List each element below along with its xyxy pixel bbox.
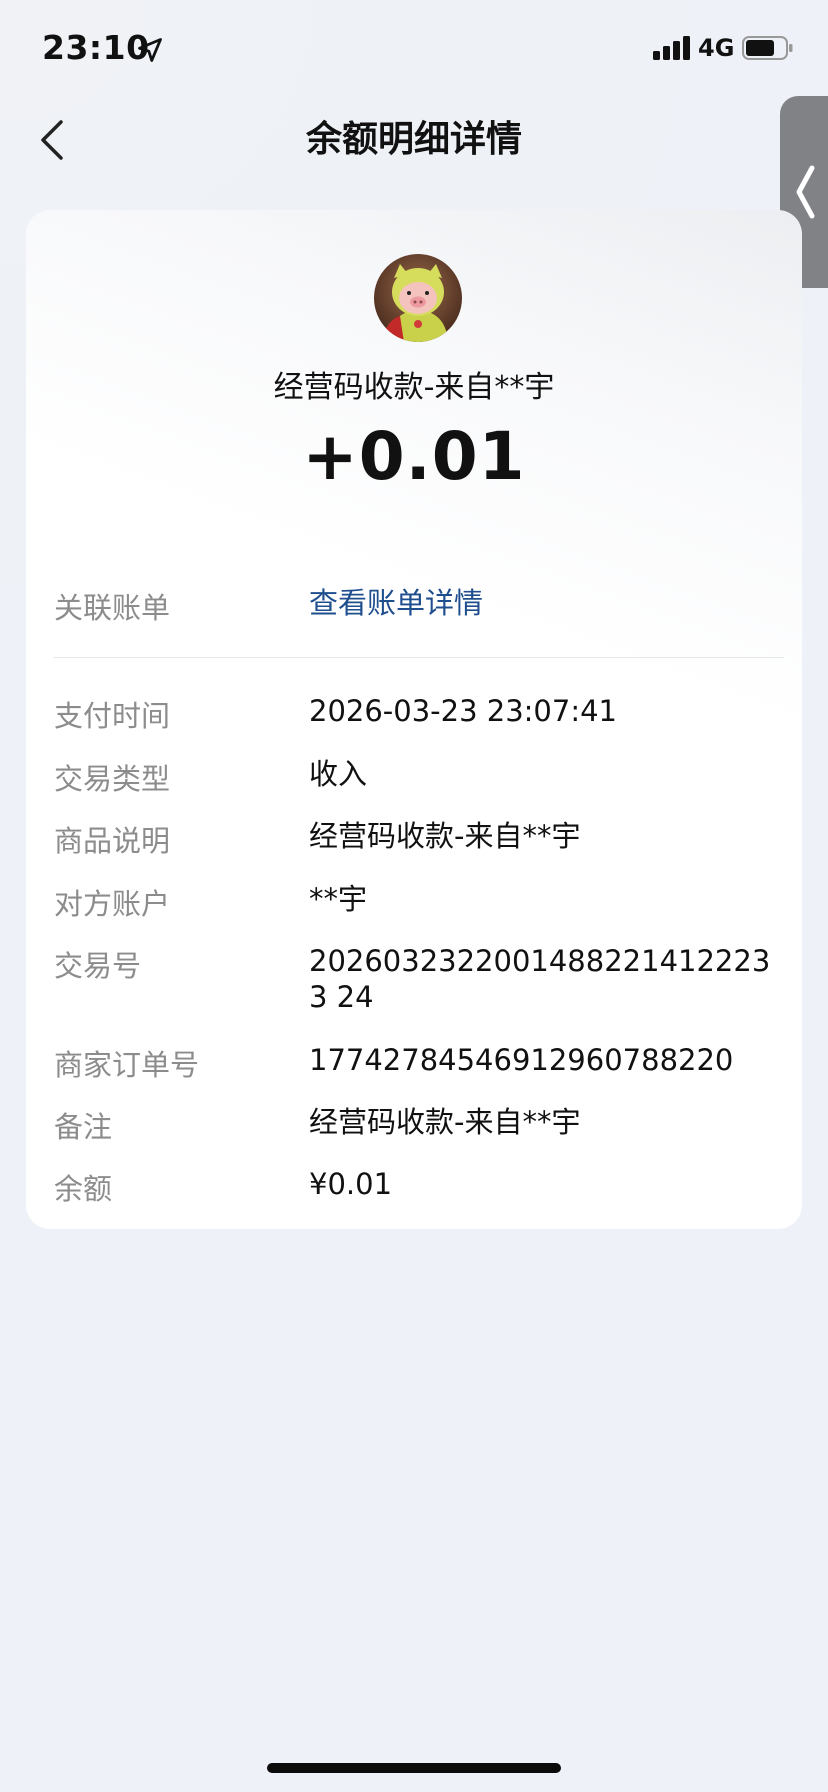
status-time: 23:10 (42, 28, 150, 67)
linked-bill-label: 关联账单 (54, 591, 171, 625)
detail-value-pay-time: 2026-03-23 23:07:41 (309, 694, 617, 728)
detail-label-counterparty: 对方账户 (54, 887, 171, 921)
home-indicator[interactable] (267, 1763, 561, 1773)
detail-value-remark: 经营码收款-来自**宇 (309, 1105, 581, 1139)
detail-value-trade-no: 20260323220014882214122233 24 (309, 944, 771, 1014)
detail-value-trade-type: 收入 (309, 757, 368, 791)
transaction-amount: +0.01 (302, 418, 526, 495)
detail-label-remark: 备注 (54, 1110, 113, 1144)
network-type: 4G (698, 34, 735, 62)
pig-avatar-icon (374, 254, 462, 342)
page-title: 余额明细详情 (305, 119, 522, 160)
chevron-left-icon (796, 165, 815, 219)
detail-value-product-desc: 经营码收款-来自**宇 (309, 819, 581, 853)
divider (54, 657, 784, 658)
detail-label-trade-no: 交易号 (54, 949, 142, 983)
merchant-name: 经营码收款-来自**宇 (273, 370, 555, 405)
location-arrow-icon (138, 38, 162, 62)
detail-value-counterparty: **宇 (309, 882, 368, 916)
detail-label-product-desc: 商品说明 (54, 824, 171, 858)
view-bill-details-link[interactable]: 查看账单详情 (309, 585, 779, 621)
detail-label-balance: 余额 (54, 1172, 113, 1206)
transaction-card: 经营码收款-来自**宇 +0.01 关联账单 查看账单详情 支付时间 2026-… (26, 210, 802, 1229)
battery-icon (742, 36, 793, 60)
detail-value-balance: ¥0.01 (309, 1167, 393, 1201)
back-button[interactable] (32, 112, 72, 168)
merchant-avatar (374, 254, 462, 342)
signal-icon (653, 36, 690, 60)
detail-label-pay-time: 支付时间 (54, 699, 171, 733)
detail-label-merchant-order-no: 商家订单号 (54, 1048, 200, 1082)
chevron-left-icon (41, 120, 63, 160)
status-bar: 23:10 4G (0, 0, 828, 96)
detail-value-merchant-order-no: 17742784546912960788220 (309, 1043, 734, 1077)
detail-label-trade-type: 交易类型 (54, 762, 171, 796)
